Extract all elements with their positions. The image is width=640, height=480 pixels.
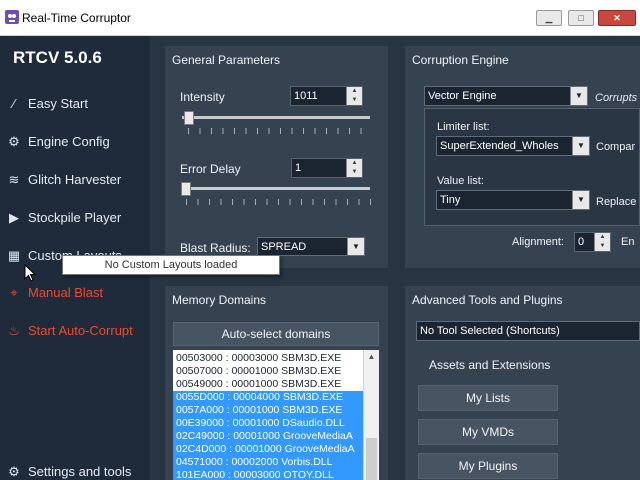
sidebar-item-label: Glitch Harvester bbox=[28, 172, 122, 187]
spin-up-icon: ▲ bbox=[351, 88, 358, 94]
intensity-label: Intensity bbox=[180, 90, 225, 104]
scrollbar-thumb[interactable] bbox=[366, 438, 377, 480]
title-bar: Real-Time Corruptor ▁ □ ✕ bbox=[0, 0, 640, 36]
error-delay-label: Error Delay bbox=[180, 162, 241, 176]
alignment-input[interactable]: 0 ▲ ▼ bbox=[574, 232, 611, 252]
memory-domains-list[interactable]: 00503000 : 00003000 SBM3D.EXE 00507000 :… bbox=[173, 350, 379, 480]
intensity-spinner[interactable]: ▲ ▼ bbox=[346, 87, 362, 105]
close-icon: ✕ bbox=[613, 13, 621, 23]
alignment-spinner[interactable]: ▲ ▼ bbox=[594, 233, 610, 251]
auto-select-domains-button[interactable]: Auto-select domains bbox=[173, 322, 379, 346]
list-item[interactable]: 0055D000 : 00004000 SBM3D.EXE bbox=[173, 391, 363, 404]
spin-up-icon: ▲ bbox=[599, 234, 606, 240]
limiter-list-select[interactable]: SuperExtended_Wholes ▼ bbox=[436, 136, 590, 156]
list-item[interactable]: 00503000 : 00003000 SBM3D.EXE bbox=[173, 352, 363, 365]
layers-icon: ≋ bbox=[8, 172, 20, 187]
sidebar-item-settings-and-tools[interactable]: ⚙ Settings and tools bbox=[0, 458, 150, 480]
chevron-down-icon: ▼ bbox=[347, 238, 364, 255]
panel-title: Memory Domains bbox=[172, 293, 267, 307]
minimize-icon: ▁ bbox=[545, 13, 553, 23]
sidebar-item-label: Manual Blast bbox=[28, 285, 104, 300]
sidebar-item-easy-start[interactable]: ⁄ Easy Start bbox=[0, 90, 150, 118]
advanced-tools-panel: Advanced Tools and Plugins bbox=[405, 286, 640, 480]
blast-radius-label: Blast Radius: bbox=[180, 241, 251, 253]
sidebar-item-label: Easy Start bbox=[28, 96, 88, 111]
app-window: Real-Time Corruptor ▁ □ ✕ RTCV 5.0.6 ⁄ E… bbox=[0, 0, 640, 480]
list-item[interactable]: 00507000 : 00001000 SBM3D.EXE bbox=[173, 365, 363, 378]
brand-title: RTCV 5.0.6 bbox=[13, 48, 102, 67]
corrupts-label: Corrupts bbox=[595, 92, 638, 104]
my-vmds-button[interactable]: My VMDs bbox=[418, 419, 558, 445]
blast-radius-select[interactable]: SPREAD ▼ bbox=[257, 237, 365, 256]
spin-down-icon: ▼ bbox=[599, 243, 606, 249]
error-delay-slider-ticks bbox=[186, 199, 372, 205]
sidebar-item-glitch-harvester[interactable]: ≋ Glitch Harvester bbox=[0, 166, 150, 194]
scroll-up-icon[interactable]: ▲ bbox=[364, 350, 379, 364]
engine-select[interactable]: Vector Engine ▼ bbox=[424, 86, 588, 106]
engine-option-label: En bbox=[621, 236, 635, 248]
list-item[interactable]: 00549000 : 00001000 SBM3D.EXE bbox=[173, 378, 363, 391]
crosshair-icon: ⌖ bbox=[10, 285, 18, 300]
intensity-input[interactable]: 1011 ▲ ▼ bbox=[290, 86, 363, 106]
maximize-icon: □ bbox=[578, 13, 584, 23]
spin-up-icon: ▲ bbox=[351, 160, 358, 166]
play-icon: ▶ bbox=[9, 210, 19, 225]
grid-icon: ▦ bbox=[7, 248, 21, 263]
window-title: Real-Time Corruptor bbox=[22, 11, 131, 25]
minimize-button[interactable]: ▁ bbox=[536, 10, 562, 26]
sidebar-item-label: Start Auto-Corrupt bbox=[28, 323, 133, 338]
mouse-cursor-icon bbox=[24, 264, 36, 282]
list-item[interactable]: 04571000 : 00002000 Vorbis.DLL bbox=[173, 456, 363, 469]
chevron-down-icon: ▼ bbox=[572, 191, 589, 209]
close-button[interactable]: ✕ bbox=[598, 10, 636, 26]
tooltip: No Custom Layouts loaded bbox=[62, 255, 280, 275]
maximize-button[interactable]: □ bbox=[568, 10, 594, 26]
error-delay-spinner[interactable]: ▲ ▼ bbox=[346, 159, 362, 177]
my-lists-button[interactable]: My Lists bbox=[418, 385, 558, 411]
alignment-label: Alignment: bbox=[512, 236, 564, 248]
chevron-down-icon: ▼ bbox=[572, 137, 589, 155]
list-item[interactable]: 00E39000 : 00001000 DSaudio.DLL bbox=[173, 417, 363, 430]
panel-title: General Parameters bbox=[172, 53, 281, 67]
wand-icon: ⁄ bbox=[12, 96, 16, 111]
intensity-slider-track[interactable] bbox=[182, 116, 370, 119]
tool-select[interactable]: No Tool Selected (Shortcuts) bbox=[416, 321, 640, 341]
general-parameters-panel: General Parameters bbox=[165, 46, 388, 268]
compare-label: Compar bbox=[596, 141, 636, 153]
sidebar-item-manual-blast[interactable]: ⌖ Manual Blast bbox=[0, 279, 150, 307]
flame-icon: ♨ bbox=[8, 323, 20, 338]
intensity-slider-ticks bbox=[188, 128, 372, 134]
settings-icon: ⚙ bbox=[8, 464, 20, 479]
error-delay-slider-thumb[interactable] bbox=[181, 182, 191, 196]
list-item[interactable]: 02C49000 : 00001000 GrooveMediaA bbox=[173, 430, 363, 443]
panel-title: Advanced Tools and Plugins bbox=[412, 293, 563, 307]
list-item[interactable]: 101EA000 : 00003000 OTOY.DLL bbox=[173, 469, 363, 480]
sidebar-item-stockpile-player[interactable]: ▶ Stockpile Player bbox=[0, 204, 150, 232]
spin-down-icon: ▼ bbox=[351, 97, 358, 103]
sidebar-item-label: Engine Config bbox=[28, 134, 110, 149]
chevron-down-icon: ▼ bbox=[570, 87, 587, 105]
limiter-list-label: Limiter list: bbox=[437, 121, 490, 133]
app-logo-icon bbox=[5, 10, 19, 24]
sidebar-item-start-auto-corrupt[interactable]: ♨ Start Auto-Corrupt bbox=[0, 317, 150, 345]
sidebar-item-label: Settings and tools bbox=[28, 464, 132, 479]
sidebar-item-label: Stockpile Player bbox=[28, 210, 122, 225]
my-plugins-button[interactable]: My Plugins bbox=[418, 453, 558, 479]
gear-icon: ⚙ bbox=[8, 134, 20, 149]
value-list-label: Value list: bbox=[437, 175, 484, 187]
assets-extensions-label: Assets and Extensions bbox=[429, 358, 551, 372]
list-item[interactable]: 0057A000 : 00001000 SBM3D.EXE bbox=[173, 404, 363, 417]
spin-down-icon: ▼ bbox=[351, 169, 358, 175]
sidebar-item-engine-config[interactable]: ⚙ Engine Config bbox=[0, 128, 150, 156]
memory-list-scrollbar[interactable]: ▲ bbox=[363, 350, 379, 480]
value-list-select[interactable]: Tiny ▼ bbox=[436, 190, 590, 210]
replace-label: Replace bbox=[596, 196, 637, 208]
error-delay-slider-track[interactable] bbox=[182, 187, 370, 190]
panel-title: Corruption Engine bbox=[412, 53, 509, 67]
error-delay-input[interactable]: 1 ▲ ▼ bbox=[291, 158, 363, 178]
list-item[interactable]: 02C4D000 : 00001000 GrooveMediaA bbox=[173, 443, 363, 456]
intensity-slider-thumb[interactable] bbox=[184, 111, 194, 125]
